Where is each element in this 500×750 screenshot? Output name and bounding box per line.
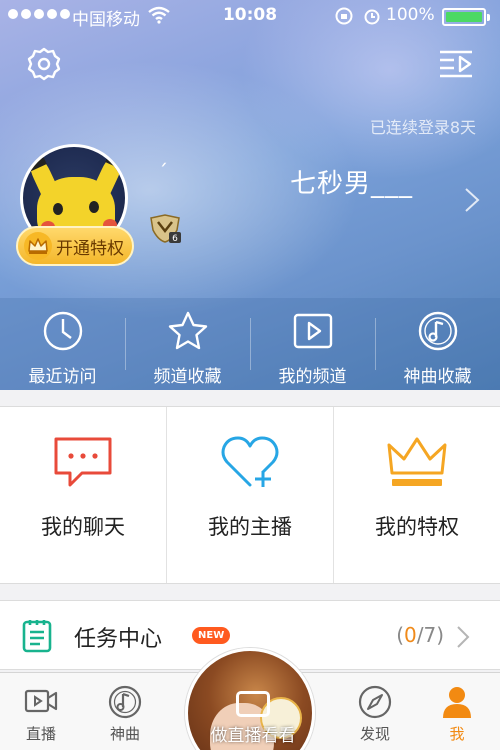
battery-percent: 100% (386, 5, 435, 25)
compass-icon (358, 685, 392, 719)
tab-live-label: 直播 (25, 725, 56, 743)
new-badge: NEW (192, 627, 231, 644)
my-privileges-button[interactable]: 我的特权 (333, 407, 500, 583)
open-privilege-label: 开通特权 (56, 238, 124, 259)
channel-favorites-button[interactable]: 频道收藏 (125, 298, 250, 390)
nickname-prefix: ˊ (158, 160, 168, 184)
quick-actions-bar: 最近访问 频道收藏 我的频道 神曲收藏 (0, 298, 500, 390)
camera-icon (236, 691, 270, 717)
person-icon (443, 687, 471, 718)
recent-visits-label: 最近访问 (28, 367, 97, 387)
checklist-icon (22, 620, 52, 653)
chat-bubble-icon (54, 437, 112, 487)
chevron-right-icon[interactable] (462, 186, 482, 214)
crown-icon (24, 232, 52, 260)
tab-me[interactable]: 我 (422, 685, 492, 744)
level-badge-icon: 6 (150, 214, 181, 244)
task-center-title: 任务中心 (74, 627, 163, 652)
my-hosts-button[interactable]: 我的主播 (166, 407, 333, 583)
tab-discover-label: 发现 (359, 725, 390, 743)
chevron-right-icon (457, 626, 470, 648)
my-hosts-label: 我的主播 (208, 515, 292, 539)
channel-favorites-label: 频道收藏 (153, 367, 222, 387)
my-channels-label: 我的频道 (278, 367, 347, 387)
my-privileges-label: 我的特权 (375, 515, 459, 539)
tab-me-label: 我 (449, 725, 465, 743)
recent-visits-button[interactable]: 最近访问 (0, 298, 125, 390)
login-streak-text: 已连续登录8天 (369, 118, 476, 137)
tab-songs[interactable]: 神曲 (90, 685, 160, 744)
my-chat-button[interactable]: 我的聊天 (0, 407, 166, 583)
play-channel-icon (293, 313, 332, 349)
my-channels-button[interactable]: 我的频道 (250, 298, 375, 390)
my-chat-label: 我的聊天 (41, 515, 125, 539)
music-note-icon (418, 311, 457, 351)
alarm-icon (364, 9, 380, 25)
crown-icon (387, 437, 447, 486)
tab-discover[interactable]: 发现 (340, 685, 410, 744)
rotation-lock-icon (335, 7, 353, 25)
feature-grid: 我的聊天 我的主播 我的特权 (0, 406, 500, 584)
task-progress: (0/7) (396, 623, 444, 647)
battery-icon (442, 8, 490, 26)
song-favorites-button[interactable]: 神曲收藏 (375, 298, 500, 390)
level-number: 6 (172, 234, 178, 244)
tab-songs-label: 神曲 (109, 725, 140, 743)
status-bar: 中国移动 10:08 100% (0, 0, 500, 32)
music-disc-icon (108, 685, 142, 719)
tab-live[interactable]: 直播 (6, 685, 76, 744)
settings-gear-icon[interactable] (24, 44, 64, 84)
video-icon (24, 689, 58, 713)
star-icon (168, 311, 207, 350)
user-nickname[interactable]: 七秒男___ (290, 163, 413, 200)
heart-plus-icon (221, 436, 279, 487)
clock-icon (43, 311, 82, 351)
start-live-label: 做直播看看 (210, 726, 296, 746)
play-menu-icon[interactable] (436, 44, 476, 84)
song-favorites-label: 神曲收藏 (403, 367, 472, 387)
open-privilege-button[interactable]: 开通特权 (16, 226, 134, 266)
